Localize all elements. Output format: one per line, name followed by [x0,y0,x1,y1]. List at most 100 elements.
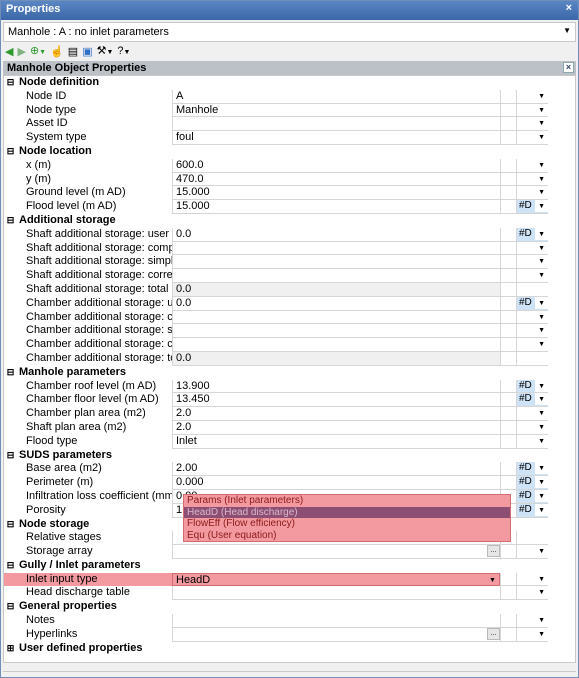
property-row-notes[interactable]: Notes ▼ [4,614,575,628]
panel-close-icon[interactable]: × [563,62,574,73]
property-row-chamber-additional-storage-compensation[interactable]: Chamber additional storage: compensation… [4,310,575,325]
dropdown-option[interactable]: FlowEff (Flow efficiency) [184,518,510,530]
dropdown-button[interactable]: ▼ [535,241,548,254]
forward-arrow-icon[interactable]: ▶ [17,45,25,59]
property-row-shaft-additional-storage-compensation[interactable]: Shaft additional storage: compensation ▼ [4,241,575,256]
hand-pointer-icon[interactable]: ☝ [50,45,64,59]
dropdown-button[interactable]: ▼ [535,227,548,240]
data-flag-dropdown[interactable] [516,531,548,546]
data-flag-dropdown[interactable]: ▼ [516,407,548,421]
property-row-node-id[interactable]: Node ID A ▼ [4,89,575,104]
data-flag-dropdown[interactable]: #D ▼ [516,200,548,214]
property-value[interactable]: 470.0 [172,172,500,187]
data-flag-dropdown[interactable]: #D ▼ [516,227,548,242]
help-icon[interactable]: ?▼ [117,44,130,60]
dropdown-button[interactable]: ▼ [535,420,548,433]
collapse-icon[interactable]: ⊟ [4,366,17,380]
property-value[interactable] [172,269,500,283]
chevron-down-icon[interactable]: ▼ [563,26,571,35]
dropdown-button[interactable]: ▼ [535,503,548,516]
property-value[interactable]: foul [172,131,500,145]
dropdown-button[interactable]: ▼ [535,434,548,447]
dropdown-button[interactable]: ▼ [535,186,548,199]
close-icon[interactable]: × [566,2,572,14]
data-flag-dropdown[interactable]: #D ▼ [516,489,548,504]
property-value[interactable]: 600.0 [172,158,500,173]
property-value[interactable]: ... [172,545,500,559]
property-value[interactable] [172,310,500,325]
property-value[interactable] [172,338,500,352]
data-flag-dropdown[interactable] [516,282,548,297]
data-flag-dropdown[interactable]: ▼ [516,572,548,587]
category-node-definition[interactable]: ⊟ Node definition [4,76,575,90]
data-flag-dropdown[interactable]: ▼ [516,614,548,628]
expand-icon[interactable]: ⊞ [4,642,17,656]
property-row-shaft-plan-area-m2[interactable]: Shaft plan area (m2) 2.0 ▼ [4,420,575,435]
property-row-ground-level-m-ad[interactable]: Ground level (m AD) 15.000 ▼ [4,186,575,201]
dropdown-button[interactable]: ▼ [535,489,548,502]
property-row-node-type[interactable]: Node type Manhole ▼ [4,103,575,118]
collapse-icon[interactable]: ⊟ [4,518,17,532]
data-flag-dropdown[interactable]: ▼ [516,241,548,256]
property-value[interactable]: 13.900 [172,379,500,394]
property-value[interactable]: 2.0 [172,420,500,435]
property-row-chamber-additional-storage-correction[interactable]: Chamber additional storage: correction ▼ [4,338,575,352]
dropdown-button[interactable]: ▼ [535,627,548,640]
property-row-shaft-additional-storage-correction-m[interactable]: Shaft additional storage: correction (m ▼ [4,269,575,283]
property-row-system-type[interactable]: System type foul ▼ [4,131,575,145]
data-flag-dropdown[interactable]: ▼ [516,172,548,187]
data-flag-dropdown[interactable]: #D ▼ [516,296,548,311]
ellipsis-button[interactable]: ... [487,627,500,640]
collapse-icon[interactable]: ⊟ [4,600,17,614]
data-flag-dropdown[interactable] [516,351,548,366]
property-value[interactable]: Manhole [172,103,500,118]
data-flag-dropdown[interactable]: ▼ [516,255,548,270]
dropdown-button[interactable]: ▼ [535,296,548,309]
property-row-flood-level-m-ad[interactable]: Flood level (m AD) 15.000 #D ▼ [4,200,575,214]
collapse-icon[interactable]: ⊟ [4,559,17,573]
dropdown-button[interactable]: ▼ [535,393,548,406]
property-row-chamber-plan-area-m2[interactable]: Chamber plan area (m2) 2.0 ▼ [4,407,575,421]
category-manhole-parameters[interactable]: ⊟ Manhole parameters [4,366,575,380]
category-user-defined-properties[interactable]: ⊞ User defined properties [4,642,575,656]
data-flag-dropdown[interactable]: ▼ [516,545,548,559]
data-flag-dropdown[interactable]: ▼ [516,131,548,145]
property-value[interactable]: Inlet [172,434,500,449]
property-value[interactable] [172,255,500,270]
data-flag-dropdown[interactable]: ▼ [516,158,548,173]
property-row-shaft-additional-storage-user-m2[interactable]: Shaft additional storage: user (m2) 0.0 #D… [4,227,575,242]
copy-icon[interactable]: ▣ [82,45,92,59]
dropdown-button[interactable]: ▼ [535,117,548,130]
dropdown-option[interactable]: Equ (User equation) [184,530,510,542]
ellipsis-button[interactable]: ... [487,545,500,558]
collapse-icon[interactable]: ⊟ [4,449,17,463]
property-value[interactable]: 2.00 [172,462,500,477]
property-row-asset-id[interactable]: Asset ID ▼ [4,117,575,132]
dropdown-button[interactable]: ▼ [535,131,548,144]
object-selector[interactable]: Manhole : A : no inlet parameters ▼ [3,22,576,42]
property-row-flood-type[interactable]: Flood type Inlet ▼ [4,434,575,449]
wrench-icon[interactable]: ⚒▼ [97,44,114,60]
property-value[interactable]: 15.000 [172,186,500,201]
dropdown-button[interactable]: ▼ [535,172,548,185]
category-general-properties[interactable]: ⊟ General properties [4,600,575,614]
data-flag-dropdown[interactable]: ▼ [516,310,548,325]
data-flag-dropdown[interactable]: ▼ [516,338,548,352]
data-flag-dropdown[interactable]: ▼ [516,586,548,601]
property-value[interactable]: HeadD ▼ [172,572,500,587]
category-additional-storage[interactable]: ⊟ Additional storage [4,214,575,228]
property-row-chamber-additional-storage-simplification[interactable]: Chamber additional storage: simplificati… [4,324,575,339]
collapse-icon[interactable]: ⊟ [4,76,17,90]
data-flag-dropdown[interactable]: #D ▼ [516,393,548,408]
data-flag-dropdown[interactable]: #D ▼ [516,379,548,394]
property-value[interactable]: ... [172,627,500,642]
property-value[interactable] [172,324,500,339]
data-flag-dropdown[interactable]: ▼ [516,186,548,201]
property-value[interactable]: 0.0 [172,227,500,242]
property-value[interactable]: 2.0 [172,407,500,421]
property-row-shaft-additional-storage-total-m2[interactable]: Shaft additional storage: total (m2) 0.0 [4,282,575,297]
property-row-storage-array[interactable]: Storage array... ▼ [4,545,575,559]
dropdown-button[interactable]: ▼ [535,379,548,392]
dropdown-button[interactable]: ▼ [535,476,548,489]
dropdown-button[interactable]: ▼ [535,310,548,323]
